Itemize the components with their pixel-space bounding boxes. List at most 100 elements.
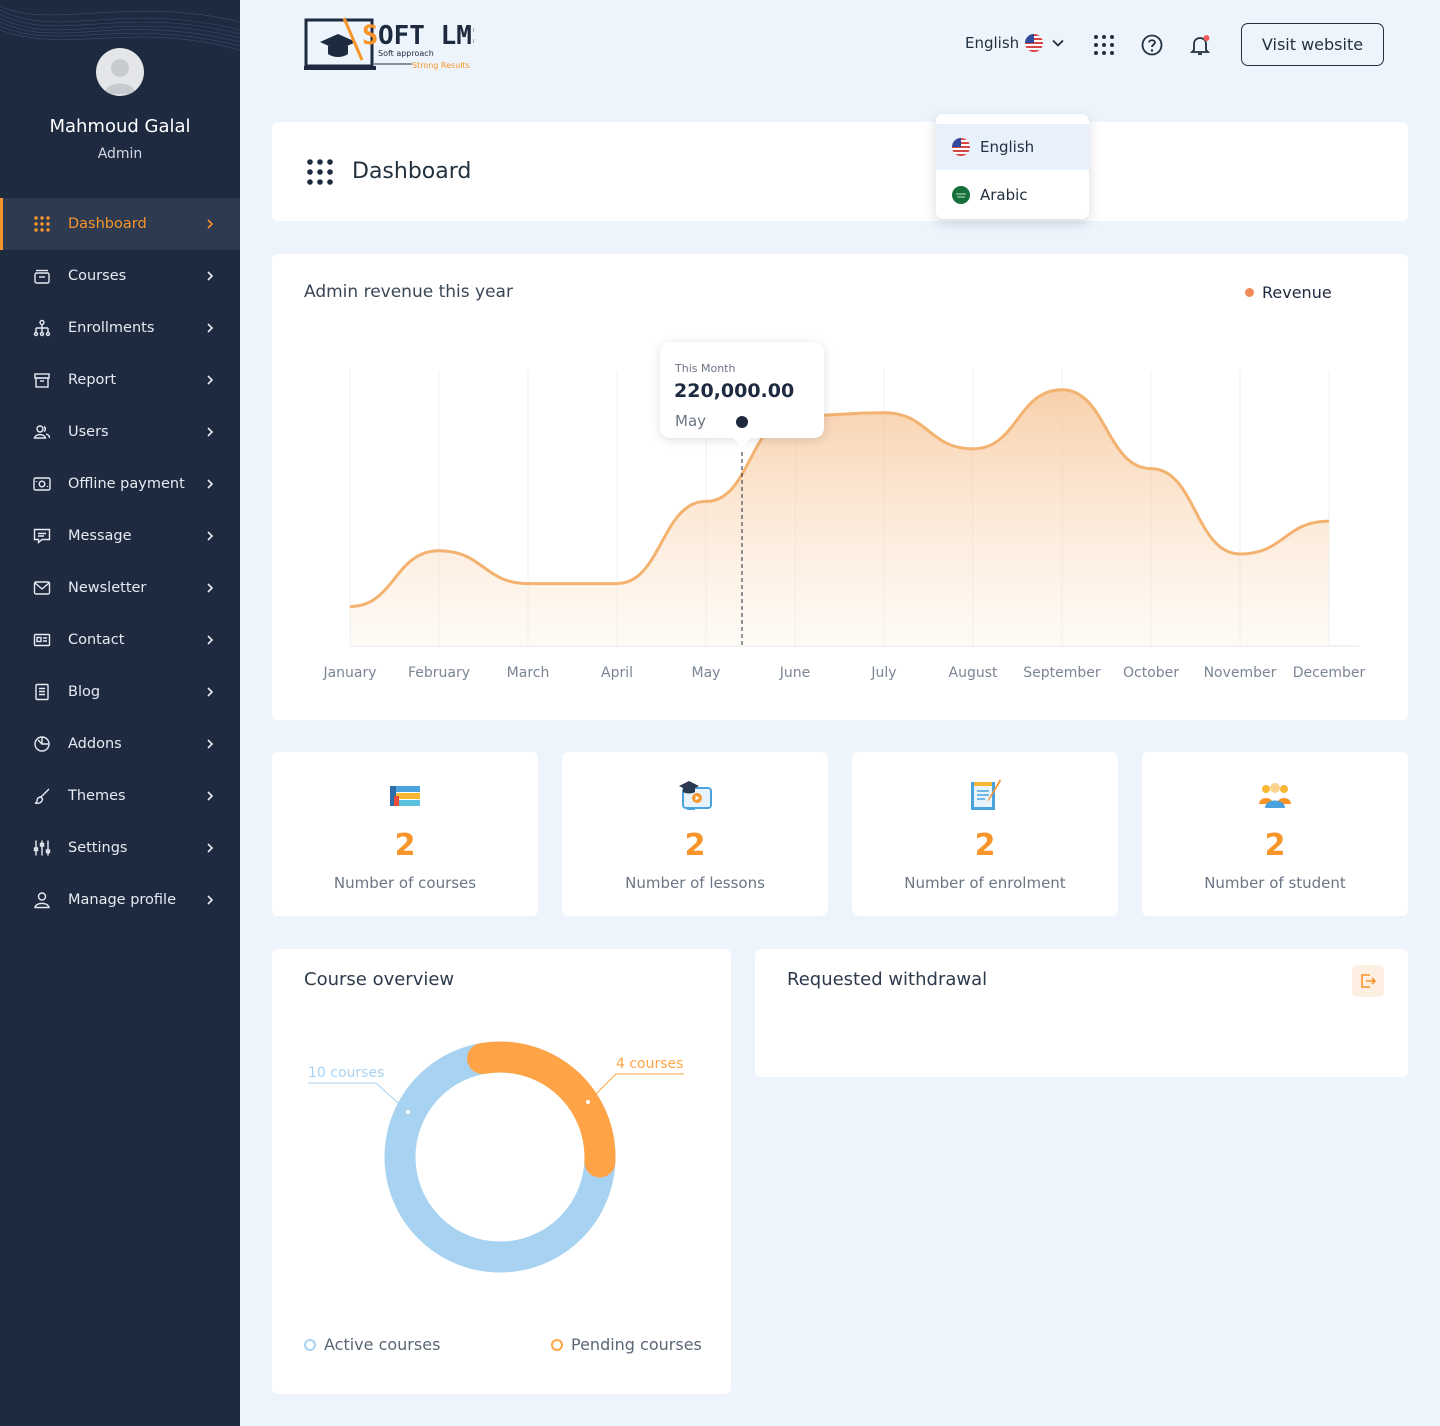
withdrawal-title: Requested withdrawal <box>787 969 988 990</box>
stat-value: 2 <box>1264 828 1286 863</box>
sidebar-item-manage-profile[interactable]: Manage profile <box>0 874 240 926</box>
sidebar-item-report[interactable]: Report <box>0 354 240 406</box>
brand-logo[interactable]: S OFT LMS Soft approach Strong Results <box>304 16 488 74</box>
stat-label: Number of lessons <box>625 874 765 892</box>
pending-callout-line <box>587 1073 684 1103</box>
apps-grid-icon[interactable] <box>1092 33 1116 57</box>
sidebar-item-newsletter[interactable]: Newsletter <box>0 562 240 614</box>
sidebar-item-settings[interactable]: Settings <box>0 822 240 874</box>
sidebar-item-label: Themes <box>68 788 126 804</box>
sidebar-item-dashboard[interactable]: Dashboard <box>0 198 240 250</box>
stat-card-students: 2 Number of student <box>1142 752 1408 916</box>
language-selector[interactable]: English <box>965 34 1065 52</box>
video-lesson-icon <box>679 781 712 810</box>
page-title: Dashboard <box>352 159 472 184</box>
archive-icon <box>32 370 52 390</box>
sidebar-item-label: Enrollments <box>68 320 155 336</box>
language-selector-label: English <box>965 34 1020 52</box>
sidebar-item-courses[interactable]: Courses <box>0 250 240 302</box>
stat-label: Number of courses <box>333 874 477 892</box>
notification-bell-icon[interactable] <box>1188 33 1212 57</box>
chevron-right-icon <box>207 427 214 437</box>
legend-ring <box>304 1338 316 1351</box>
sidebar-item-label: Manage profile <box>68 892 177 908</box>
active-callout-line <box>308 1082 409 1113</box>
withdrawal-export-button[interactable] <box>1352 965 1384 997</box>
sidebar-item-label: Report <box>68 372 117 388</box>
legend-pending-courses[interactable]: Pending courses <box>551 1335 702 1354</box>
chevron-right-icon <box>207 583 214 593</box>
sidebar: Mahmoud Galal Admin Dashboard Courses En… <box>0 0 240 1426</box>
stat-label: Number of enrolment <box>904 874 1066 892</box>
x-tick-label: January <box>322 665 376 681</box>
chevron-right-icon <box>207 479 214 489</box>
users-icon <box>32 422 52 442</box>
avatar[interactable] <box>96 48 144 96</box>
revenue-area-chart[interactable]: January February March April May June July Augu… <box>272 330 1408 700</box>
tooltip-value: 220,000.00 <box>674 380 795 402</box>
saudi-flag-icon <box>952 186 970 204</box>
sidebar-item-label: Contact <box>68 632 125 648</box>
message-icon <box>32 526 52 546</box>
active-callout-dot <box>406 1110 410 1114</box>
sidebar-item-label: Users <box>68 424 109 440</box>
course-overview-title: Course overview <box>304 969 455 990</box>
avatar-placeholder-icon <box>104 59 136 94</box>
addons-icon <box>32 734 52 754</box>
sliders-icon <box>32 838 52 858</box>
language-menu: English Arabic <box>936 114 1089 219</box>
sidebar-nav: Dashboard Courses Enrollments Report Use… <box>0 198 240 926</box>
sidebar-item-label: Settings <box>68 840 128 856</box>
stat-value: 2 <box>394 828 416 863</box>
courses-icon <box>32 266 52 286</box>
language-option-arabic[interactable]: Arabic <box>936 172 1089 218</box>
export-icon <box>1361 974 1377 988</box>
brush-icon <box>32 786 52 806</box>
hierarchy-icon <box>32 318 52 338</box>
stat-label: Number of student <box>1204 874 1346 892</box>
sidebar-item-contact[interactable]: Contact <box>0 614 240 666</box>
sidebar-item-label: Offline payment <box>68 476 185 492</box>
sidebar-item-label: Blog <box>68 684 101 700</box>
sidebar-item-label: Dashboard <box>68 216 147 232</box>
language-option-label: Arabic <box>980 186 1028 204</box>
sidebar-item-enrollments[interactable]: Enrollments <box>0 302 240 354</box>
grid-dots-icon <box>32 214 52 234</box>
user-name: Mahmoud Galal <box>49 116 191 137</box>
visit-website-button[interactable]: Visit website <box>1241 23 1384 66</box>
x-tick-label: February <box>408 665 470 681</box>
svg-text:S: S <box>362 20 378 51</box>
chevron-right-icon <box>207 895 214 905</box>
chart-title: Admin revenue this year <box>304 282 513 302</box>
legend-ring <box>551 1338 563 1351</box>
chevron-right-icon <box>207 219 214 229</box>
language-option-english[interactable]: English <box>936 124 1089 170</box>
user-icon <box>32 890 52 910</box>
tooltip-month: May <box>675 412 707 430</box>
legend-label: Active courses <box>324 1335 441 1354</box>
sidebar-item-blog[interactable]: Blog <box>0 666 240 718</box>
sidebar-item-themes[interactable]: Themes <box>0 770 240 822</box>
stat-card-enrolment: 2 Number of enrolment <box>852 752 1118 916</box>
x-tick-label: August <box>949 665 999 681</box>
legend-active-courses[interactable]: Active courses <box>304 1335 440 1354</box>
x-tick-label: June <box>779 665 811 681</box>
sidebar-item-message[interactable]: Message <box>0 510 240 562</box>
svg-text:Soft approach: Soft approach <box>378 49 434 58</box>
chevron-right-icon <box>207 687 214 697</box>
notepad-icon <box>971 779 1001 810</box>
help-icon[interactable] <box>1140 33 1164 57</box>
sidebar-item-offline-payment[interactable]: Offline payment <box>0 458 240 510</box>
books-icon <box>390 786 420 806</box>
x-tick-label: November <box>1204 665 1277 681</box>
svg-text:Strong Results: Strong Results <box>412 61 470 70</box>
chevron-right-icon <box>207 791 214 801</box>
sidebar-item-addons[interactable]: Addons <box>0 718 240 770</box>
chart-tooltip: This Month 220,000.00 May <box>660 342 824 447</box>
legend-label: Pending courses <box>571 1335 702 1354</box>
pending-callout-dot <box>586 1100 590 1104</box>
mail-icon <box>32 578 52 598</box>
chevron-right-icon <box>207 635 214 645</box>
language-option-label: English <box>980 138 1035 156</box>
sidebar-item-users[interactable]: Users <box>0 406 240 458</box>
